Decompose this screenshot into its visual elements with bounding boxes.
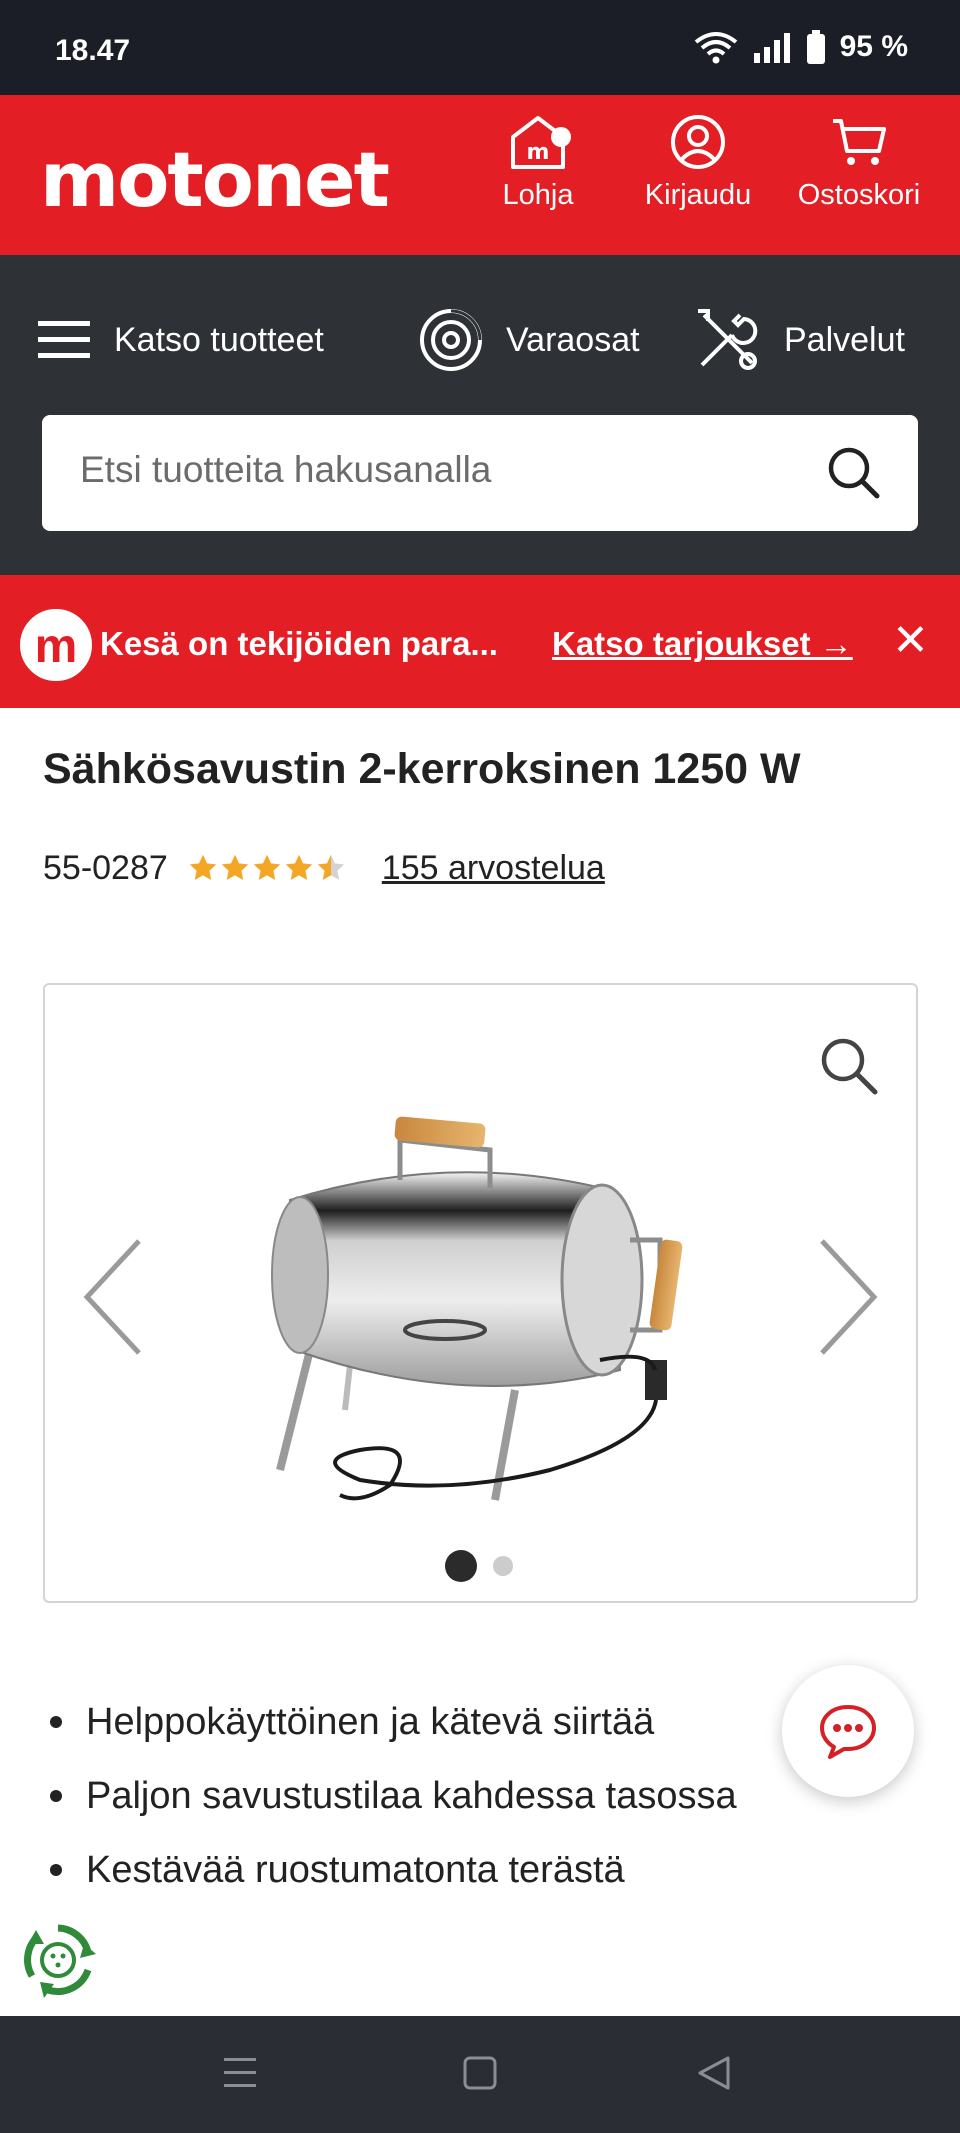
motonet-m-icon: m — [20, 609, 92, 681]
chat-icon — [820, 1705, 876, 1759]
promo-banner: m Kesä on tekijöiden para... Katso tarjo… — [0, 575, 960, 708]
tools-icon — [698, 309, 758, 370]
reviews-link[interactable]: 155 arvostelua — [382, 849, 605, 888]
cart-icon — [833, 119, 886, 165]
star-icon — [285, 854, 312, 880]
site-header: motonet m Lohja Kirjaudu Ostoskori — [0, 95, 960, 255]
feature-item: Paljon savustustilaa kahdessa tasossa — [50, 1764, 737, 1838]
product-sku: 55-0287 — [43, 848, 168, 887]
system-navigation-bar — [0, 2016, 960, 2133]
nav-item-label: Katso tuotteet — [114, 320, 324, 359]
search-icon[interactable] — [826, 445, 882, 501]
feature-item: Helppokäyttöinen ja kätevä siirtää — [50, 1690, 737, 1764]
rating-stars — [188, 853, 346, 883]
product-title: Sähkösavustin 2-kerroksinen 1250 W — [43, 745, 801, 793]
category-nav: Katso tuotteet Varaosat Palvelut — [0, 255, 960, 575]
battery-icon — [806, 30, 825, 64]
status-icons: 95 % — [694, 30, 908, 64]
signal-icon — [753, 33, 790, 63]
promo-text: Kesä on tekijöiden para... — [100, 625, 498, 662]
login-button[interactable]: Kirjaudu — [623, 113, 773, 243]
motonet-logo[interactable]: motonet — [40, 135, 390, 224]
promo-offers-link[interactable]: Katso tarjoukset → — [552, 625, 853, 663]
menu-icon — [38, 321, 90, 358]
recent-apps-icon[interactable] — [222, 2054, 258, 2092]
gallery-dot[interactable] — [493, 1556, 513, 1576]
star-icon — [253, 854, 280, 880]
next-image-arrow[interactable] — [816, 1235, 880, 1359]
star-icon — [189, 854, 216, 880]
nav-item-spare-parts[interactable]: Varaosat — [418, 300, 640, 380]
previous-image-arrow[interactable] — [81, 1235, 145, 1359]
nav-item-products[interactable]: Katso tuotteet — [36, 300, 324, 380]
cart-button[interactable]: Ostoskori — [784, 113, 934, 243]
home-icon[interactable] — [462, 2054, 498, 2092]
status-time: 18.47 — [55, 34, 131, 67]
user-icon — [671, 115, 725, 169]
search-bar — [42, 415, 918, 531]
status-bar: 18.47 95 % — [0, 0, 960, 95]
nav-item-label: Varaosat — [506, 320, 640, 359]
wifi-icon — [694, 32, 737, 64]
battery-level: 95 % — [839, 30, 908, 63]
feature-item: Kestävää ruostumatonta terästä — [50, 1838, 737, 1912]
brake-disc-icon — [420, 309, 482, 371]
feature-list: Helppokäyttöinen ja kätevä siirtää Paljo… — [50, 1690, 737, 1912]
store-notification-dot — [551, 127, 571, 147]
product-meta: 55-0287 155 arvostelua — [43, 845, 605, 891]
store-label: Lohja — [502, 179, 574, 211]
close-icon[interactable]: ✕ — [892, 619, 929, 663]
cart-label: Ostoskori — [797, 179, 921, 211]
eco-recycle-icon[interactable] — [18, 1920, 98, 2000]
chat-button[interactable] — [782, 1665, 914, 1797]
star-icon — [317, 854, 344, 880]
login-label: Kirjaudu — [644, 179, 752, 211]
star-icon — [221, 854, 248, 880]
gallery-pagination — [445, 1550, 513, 1582]
nav-item-services[interactable]: Palvelut — [692, 300, 905, 380]
product-image — [271, 1116, 683, 1501]
search-input[interactable] — [80, 449, 780, 491]
gallery-dot-active[interactable] — [445, 1550, 477, 1582]
svg-text:m: m — [527, 140, 550, 165]
product-gallery[interactable] — [43, 983, 918, 1603]
zoom-icon[interactable] — [818, 1035, 880, 1097]
nav-item-label: Palvelut — [784, 320, 905, 359]
back-icon[interactable] — [696, 2054, 732, 2092]
store-button[interactable]: m Lohja — [463, 113, 613, 243]
